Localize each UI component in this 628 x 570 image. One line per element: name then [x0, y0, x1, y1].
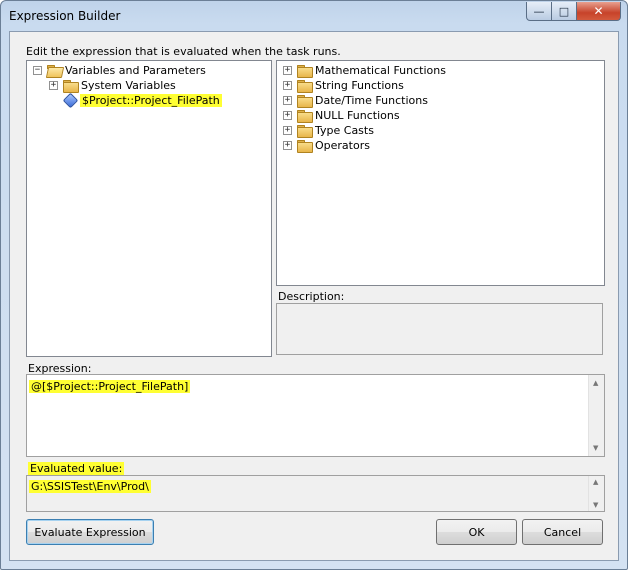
- tree-item-label: String Functions: [315, 79, 404, 92]
- expand-icon[interactable]: +: [283, 141, 292, 150]
- expression-text: @[$Project::Project_FilePath]: [29, 380, 191, 393]
- expand-icon[interactable]: +: [283, 96, 292, 105]
- description-box: [276, 303, 603, 355]
- tree-item-function-category[interactable]: + Operators: [283, 138, 370, 153]
- tree-item-label: Date/Time Functions: [315, 94, 428, 107]
- tree-item-label: $Project::Project_FilePath: [80, 94, 222, 107]
- description-label: Description:: [278, 290, 345, 303]
- folder-icon: [297, 140, 313, 153]
- tree-item-label: Mathematical Functions: [315, 64, 446, 77]
- expand-icon[interactable]: +: [49, 81, 58, 90]
- tree-item-label: Variables and Parameters: [65, 64, 206, 77]
- folder-icon: [297, 110, 313, 123]
- evaluated-value-label: Evaluated value:: [28, 462, 125, 475]
- folder-icon: [297, 80, 313, 93]
- folder-icon: [297, 65, 313, 78]
- evaluated-value-label-text: Evaluated value:: [28, 462, 125, 475]
- scroll-down-icon[interactable]: ▼: [593, 501, 598, 509]
- minimize-button[interactable]: —: [526, 2, 552, 21]
- tree-item-label: Type Casts: [315, 124, 374, 137]
- scroll-down-icon[interactable]: ▼: [593, 444, 598, 452]
- scroll-up-icon[interactable]: ▲: [593, 379, 598, 387]
- tree-item-function-category[interactable]: + Mathematical Functions: [283, 63, 446, 78]
- maximize-icon: □: [558, 4, 570, 18]
- tree-item-label: Operators: [315, 139, 370, 152]
- tree-item-function-category[interactable]: + Type Casts: [283, 123, 374, 138]
- maximize-button[interactable]: □: [552, 2, 577, 21]
- instruction-text: Edit the expression that is evaluated wh…: [26, 45, 341, 58]
- tree-item-system-variables[interactable]: + System Variables: [49, 78, 176, 93]
- scroll-up-icon[interactable]: ▲: [593, 478, 598, 486]
- expand-icon[interactable]: +: [283, 126, 292, 135]
- expand-icon[interactable]: +: [283, 66, 292, 75]
- window-title: Expression Builder: [9, 9, 121, 23]
- expand-icon[interactable]: +: [283, 111, 292, 120]
- open-folder-icon: [47, 65, 61, 76]
- tree-item-function-category[interactable]: + Date/Time Functions: [283, 93, 428, 108]
- minimize-icon: —: [533, 4, 545, 18]
- tree-item-label: System Variables: [81, 79, 176, 92]
- tree-item-label: NULL Functions: [315, 109, 400, 122]
- tree-item-function-category[interactable]: + String Functions: [283, 78, 404, 93]
- evaluated-scrollbar[interactable]: ▲ ▼: [588, 476, 604, 511]
- collapse-icon[interactable]: −: [33, 66, 42, 75]
- folder-icon: [297, 125, 313, 138]
- parameter-icon: [62, 92, 79, 109]
- close-button[interactable]: ✕: [577, 2, 621, 21]
- tree-item-variables-and-parameters[interactable]: − Variables and Parameters: [33, 63, 206, 78]
- cancel-button[interactable]: Cancel: [522, 519, 603, 545]
- evaluated-value-text: G:\SSISTest\Env\Prod\: [29, 480, 151, 493]
- variables-tree[interactable]: − Variables and Parameters + System Vari…: [26, 60, 272, 357]
- tree-item-function-category[interactable]: + NULL Functions: [283, 108, 400, 123]
- functions-tree[interactable]: + Mathematical Functions + String Functi…: [276, 60, 605, 286]
- folder-icon: [63, 80, 79, 93]
- window-controls: — □ ✕: [526, 2, 621, 22]
- evaluate-expression-button[interactable]: Evaluate Expression: [26, 519, 154, 545]
- close-icon: ✕: [593, 4, 604, 18]
- title-bar[interactable]: Expression Builder — □ ✕: [1, 1, 627, 31]
- tree-item-project-filepath[interactable]: $Project::Project_FilePath: [62, 92, 222, 109]
- expand-icon[interactable]: +: [283, 81, 292, 90]
- expression-scrollbar[interactable]: ▲ ▼: [588, 375, 604, 456]
- expression-input[interactable]: @[$Project::Project_FilePath] ▲ ▼: [26, 374, 605, 457]
- evaluated-value-box[interactable]: G:\SSISTest\Env\Prod\ ▲ ▼: [26, 475, 605, 512]
- dialog-body: Edit the expression that is evaluated wh…: [9, 31, 619, 561]
- expression-builder-window: Expression Builder — □ ✕ Edit the expres…: [0, 0, 628, 570]
- folder-icon: [297, 95, 313, 108]
- ok-button[interactable]: OK: [436, 519, 517, 545]
